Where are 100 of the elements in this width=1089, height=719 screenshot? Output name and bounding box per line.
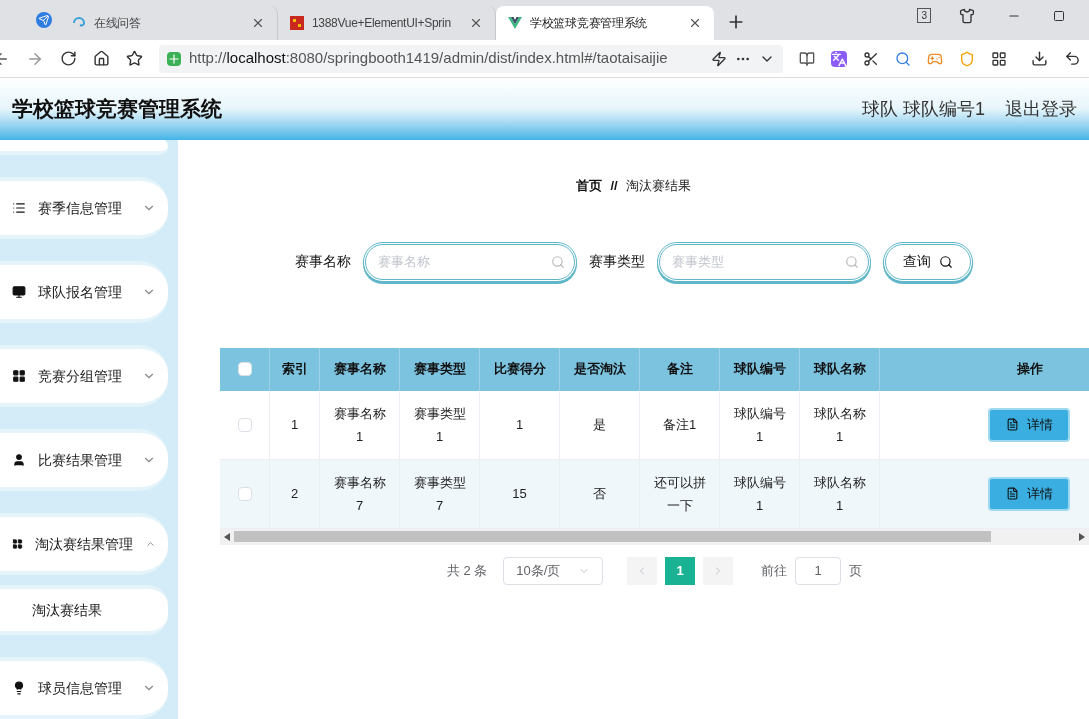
scroll-left-icon[interactable] bbox=[224, 532, 230, 541]
bookmark-icon[interactable] bbox=[125, 50, 143, 67]
user-label: 球队 球队编号1 bbox=[862, 97, 985, 121]
details-button[interactable]: 详情 bbox=[988, 476, 1070, 511]
v-logo-icon bbox=[508, 16, 522, 30]
row-checkbox[interactable] bbox=[237, 417, 252, 432]
select-all-checkbox[interactable] bbox=[237, 362, 252, 376]
table-cell-text: 球队编号1 bbox=[732, 404, 787, 446]
breadcrumb-home[interactable]: 首页 bbox=[576, 176, 603, 196]
table-cell-text: 备注1 bbox=[662, 416, 697, 434]
secure-icon bbox=[166, 51, 181, 66]
page-unit-label: 页 bbox=[849, 561, 863, 580]
tab-title: 在线问答 bbox=[94, 15, 142, 32]
table-cell-text: 是 bbox=[593, 416, 606, 434]
shirt-icon[interactable] bbox=[959, 8, 975, 24]
logout-link[interactable]: 退出登录 bbox=[1005, 95, 1077, 123]
column-header: 赛事类型 bbox=[400, 347, 480, 391]
url-text: http://localhost:8080/springbooth1419/admin/dist/index.html#/taotaisaijie bbox=[188, 48, 669, 69]
menu-item[interactable]: 淘汰赛结果管理 bbox=[0, 513, 168, 575]
field-label: 赛事名称 bbox=[294, 252, 351, 271]
search-icon bbox=[844, 254, 859, 269]
list-icon bbox=[12, 201, 26, 215]
page-input[interactable]: 1 bbox=[795, 556, 842, 585]
close-icon[interactable] bbox=[688, 16, 702, 30]
monitor-icon bbox=[12, 285, 26, 299]
apps-icon[interactable] bbox=[991, 50, 1008, 67]
field-label: 赛事类型 bbox=[588, 252, 645, 271]
bulb-icon bbox=[12, 681, 26, 695]
table-cell-text: 15 bbox=[512, 485, 527, 503]
search-icon bbox=[938, 254, 953, 269]
table-cell-text: 赛事类型1 bbox=[412, 404, 467, 446]
menu-item[interactable]: 赛季信息管理 bbox=[0, 177, 168, 239]
breadcrumb-separator: // bbox=[610, 177, 618, 195]
maximize-icon[interactable] bbox=[1053, 10, 1065, 22]
menu-label: 淘汰赛结果管理 bbox=[35, 534, 133, 554]
document-icon bbox=[1005, 487, 1019, 500]
scrollbar-thumb[interactable] bbox=[234, 531, 991, 542]
table-cell-text: 球队编号1 bbox=[732, 473, 787, 515]
breadcrumb-current: 淘汰赛结果 bbox=[625, 177, 691, 195]
column-header: 索引 bbox=[270, 347, 320, 391]
reload-icon[interactable] bbox=[59, 50, 77, 67]
menu-item[interactable]: 球员信息管理 bbox=[0, 657, 168, 719]
tab-title: 学校篮球竞赛管理系统 bbox=[530, 15, 648, 32]
close-icon[interactable] bbox=[251, 16, 265, 30]
table-cell-text: 还可以拼一下 bbox=[652, 473, 707, 515]
details-button[interactable]: 详情 bbox=[988, 407, 1070, 442]
menu-item[interactable]: 比赛结果管理 bbox=[0, 429, 168, 491]
menu-label: 球员信息管理 bbox=[38, 678, 123, 698]
column-header: 赛事名称 bbox=[320, 347, 400, 391]
column-header: 球队名称 bbox=[800, 347, 880, 391]
url-field[interactable]: http://localhost:8080/springbooth1419/admin/dist/index.html#/taotaisaijie bbox=[158, 44, 784, 73]
row-checkbox[interactable] bbox=[237, 486, 252, 501]
app-title: 学校篮球竞赛管理系统 bbox=[12, 96, 222, 123]
menu-label: 竞赛分组管理 bbox=[38, 366, 123, 386]
table-cell-text: 2 bbox=[290, 485, 299, 503]
column-header: 比赛得分 bbox=[480, 347, 560, 391]
tab-count[interactable]: 3 bbox=[917, 8, 931, 23]
column-header: 操作 bbox=[880, 347, 1089, 391]
table-cell-text: 1 bbox=[515, 416, 524, 434]
search-button[interactable]: 查询 bbox=[882, 241, 973, 282]
close-icon[interactable] bbox=[469, 16, 483, 30]
column-header: 备注 bbox=[640, 347, 720, 391]
translate-icon[interactable] bbox=[831, 50, 848, 67]
table-cell-text: 球队名称1 bbox=[812, 404, 867, 446]
table-cell-text: 球队名称1 bbox=[812, 473, 867, 515]
search-field[interactable]: 赛事类型 bbox=[656, 241, 871, 282]
goto-label: 前往 bbox=[761, 561, 788, 580]
home-icon[interactable] bbox=[92, 50, 110, 67]
scissors-icon[interactable] bbox=[863, 50, 880, 67]
send-icon[interactable] bbox=[36, 12, 52, 28]
download-icon[interactable] bbox=[1031, 50, 1049, 67]
menu-label: 球队报名管理 bbox=[38, 282, 123, 302]
search-icon bbox=[550, 254, 565, 269]
browser-tab[interactable]: 学校篮球竞赛管理系统 bbox=[496, 6, 714, 40]
tab-title: 1388Vue+ElementUI+Sprin bbox=[312, 15, 452, 32]
search-icon[interactable] bbox=[895, 50, 912, 67]
table-cell-text: 赛事名称1 bbox=[332, 404, 387, 446]
menu-label: 比赛结果管理 bbox=[38, 450, 123, 470]
column-header: 是否淘汰 bbox=[560, 347, 640, 391]
grid-icon bbox=[12, 537, 23, 551]
page-size-select[interactable]: 10条/页 bbox=[503, 556, 604, 585]
user-icon bbox=[12, 453, 26, 467]
grid-icon bbox=[290, 16, 304, 30]
total-count: 共 2 条 bbox=[446, 561, 488, 580]
undo-icon[interactable] bbox=[1064, 50, 1082, 67]
document-icon bbox=[1005, 418, 1019, 431]
book-icon[interactable] bbox=[799, 50, 816, 67]
grid-icon bbox=[12, 369, 26, 383]
column-header: 球队编号 bbox=[720, 347, 800, 391]
menu-item[interactable]: 球队报名管理 bbox=[0, 261, 168, 323]
table-cell-text: 否 bbox=[593, 485, 606, 503]
table-cell-text: 1 bbox=[290, 416, 299, 434]
menu-item[interactable]: 竞赛分组管理 bbox=[0, 345, 168, 407]
submenu-item[interactable]: 淘汰赛结果 bbox=[0, 585, 168, 635]
lightning-icon[interactable] bbox=[711, 50, 728, 67]
table-cell-text: 赛事类型7 bbox=[412, 473, 467, 515]
scroll-right-icon[interactable] bbox=[1079, 532, 1085, 541]
search-field[interactable]: 赛事名称 bbox=[362, 241, 577, 282]
menu-label: 赛季信息管理 bbox=[38, 198, 123, 218]
table-cell-text: 赛事名称7 bbox=[332, 473, 387, 515]
